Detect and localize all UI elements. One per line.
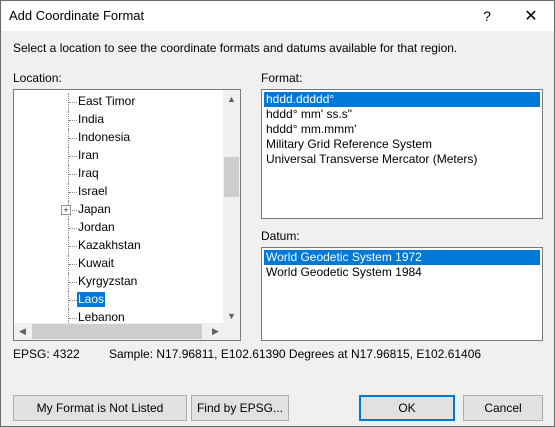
sample-coordinates: Sample: N17.96811, E102.61390 Degrees at… bbox=[109, 347, 482, 361]
location-item[interactable]: + Japan bbox=[14, 201, 224, 219]
horizontal-scroll-thumb[interactable] bbox=[32, 324, 202, 339]
scroll-down-icon[interactable]: ▼ bbox=[223, 307, 240, 324]
location-tree[interactable]: East Timor India Indonesia Iran Iraq Israel + J… bbox=[13, 89, 241, 341]
location-horizontal-scrollbar[interactable]: ◀ ▶ bbox=[14, 323, 224, 340]
datum-label: Datum: bbox=[261, 229, 300, 243]
datum-option[interactable]: World Geodetic System 1984 bbox=[264, 265, 424, 280]
tree-branch-line bbox=[69, 228, 77, 230]
tree-branch-line bbox=[69, 264, 77, 266]
expand-plus-icon[interactable]: + bbox=[61, 205, 71, 215]
location-item-label: Israel bbox=[78, 184, 108, 198]
close-icon[interactable]: ✕ bbox=[509, 1, 553, 31]
location-item-label: Indonesia bbox=[78, 130, 131, 144]
tree-branch-line bbox=[69, 120, 77, 122]
format-option[interactable]: Military Grid Reference System bbox=[264, 137, 434, 152]
vertical-scroll-thumb[interactable] bbox=[224, 157, 239, 197]
location-item[interactable]: India bbox=[14, 111, 224, 129]
location-item[interactable]: Kyrgyzstan bbox=[14, 273, 224, 291]
tree-branch-line bbox=[69, 174, 77, 176]
tree-line bbox=[68, 309, 70, 324]
tree-branch-line bbox=[69, 300, 77, 302]
title-bar: Add Coordinate Format ? ✕ bbox=[1, 1, 554, 31]
epsg-code: EPSG: 4322 bbox=[13, 347, 80, 361]
format-label: Format: bbox=[261, 71, 303, 85]
datum-option[interactable]: World Geodetic System 1972 bbox=[264, 250, 540, 265]
location-item[interactable]: Kuwait bbox=[14, 255, 224, 273]
format-option[interactable]: hddd° mm' ss.s" bbox=[264, 107, 354, 122]
scroll-up-icon[interactable]: ▲ bbox=[223, 90, 240, 107]
format-option[interactable]: Universal Transverse Mercator (Meters) bbox=[264, 152, 479, 167]
tree-branch-line bbox=[69, 138, 77, 140]
location-item[interactable]: Laos bbox=[14, 291, 224, 309]
location-item-label: East Timor bbox=[78, 94, 136, 108]
help-icon[interactable]: ? bbox=[465, 1, 509, 31]
datum-list[interactable]: World Geodetic System 1972 World Geodetic… bbox=[261, 247, 543, 341]
location-item[interactable]: Iraq bbox=[14, 165, 224, 183]
location-vertical-scrollbar[interactable]: ▲ ▼ bbox=[223, 90, 240, 324]
location-item-label: Kazakhstan bbox=[78, 238, 141, 252]
tree-branch-line bbox=[69, 282, 77, 284]
location-item-label: Jordan bbox=[78, 220, 115, 234]
instruction-text: Select a location to see the coordinate … bbox=[13, 41, 458, 55]
location-item[interactable]: Kazakhstan bbox=[14, 237, 224, 255]
location-item-label: India bbox=[78, 112, 105, 126]
scrollbar-corner bbox=[223, 323, 240, 340]
location-item-label: Laos bbox=[77, 292, 106, 307]
add-coordinate-format-dialog: Add Coordinate Format ? ✕ Select a locat… bbox=[0, 0, 555, 427]
tree-branch-line bbox=[69, 102, 77, 104]
location-item[interactable]: Israel bbox=[14, 183, 224, 201]
location-item[interactable]: Jordan bbox=[14, 219, 224, 237]
my-format-not-listed-button[interactable]: My Format is Not Listed bbox=[13, 395, 187, 421]
format-option[interactable]: hddd.ddddd° bbox=[264, 92, 540, 107]
location-item-label: Iraq bbox=[78, 166, 99, 180]
find-by-epsg-button[interactable]: Find by EPSG... bbox=[191, 395, 289, 421]
scroll-right-icon[interactable]: ▶ bbox=[207, 323, 224, 340]
tree-branch-line bbox=[69, 156, 77, 158]
format-option[interactable]: hddd° mm.mmm' bbox=[264, 122, 358, 137]
location-item-label: Lebanon bbox=[78, 310, 125, 324]
tree-branch-line bbox=[69, 246, 77, 248]
scroll-left-icon[interactable]: ◀ bbox=[14, 323, 31, 340]
tree-branch-line bbox=[69, 192, 77, 194]
format-list[interactable]: hddd.ddddd° hddd° mm' ss.s" hddd° mm.mmm' M… bbox=[261, 89, 543, 219]
location-item[interactable]: Indonesia bbox=[14, 129, 224, 147]
location-item[interactable]: East Timor bbox=[14, 93, 224, 111]
ok-button[interactable]: OK bbox=[359, 395, 455, 421]
window-title: Add Coordinate Format bbox=[9, 8, 145, 23]
location-label: Location: bbox=[13, 71, 62, 85]
cancel-button[interactable]: Cancel bbox=[463, 395, 543, 421]
tree-branch-line bbox=[69, 318, 77, 320]
location-item-label: Kyrgyzstan bbox=[78, 274, 138, 288]
location-item[interactable]: Iran bbox=[14, 147, 224, 165]
location-item[interactable]: Lebanon bbox=[14, 309, 224, 324]
location-item-label: Iran bbox=[78, 148, 99, 162]
location-item-label: Kuwait bbox=[78, 256, 115, 270]
location-tree-items: East Timor India Indonesia Iran Iraq Israel + J… bbox=[14, 90, 224, 324]
location-item-label: Japan bbox=[78, 202, 111, 216]
